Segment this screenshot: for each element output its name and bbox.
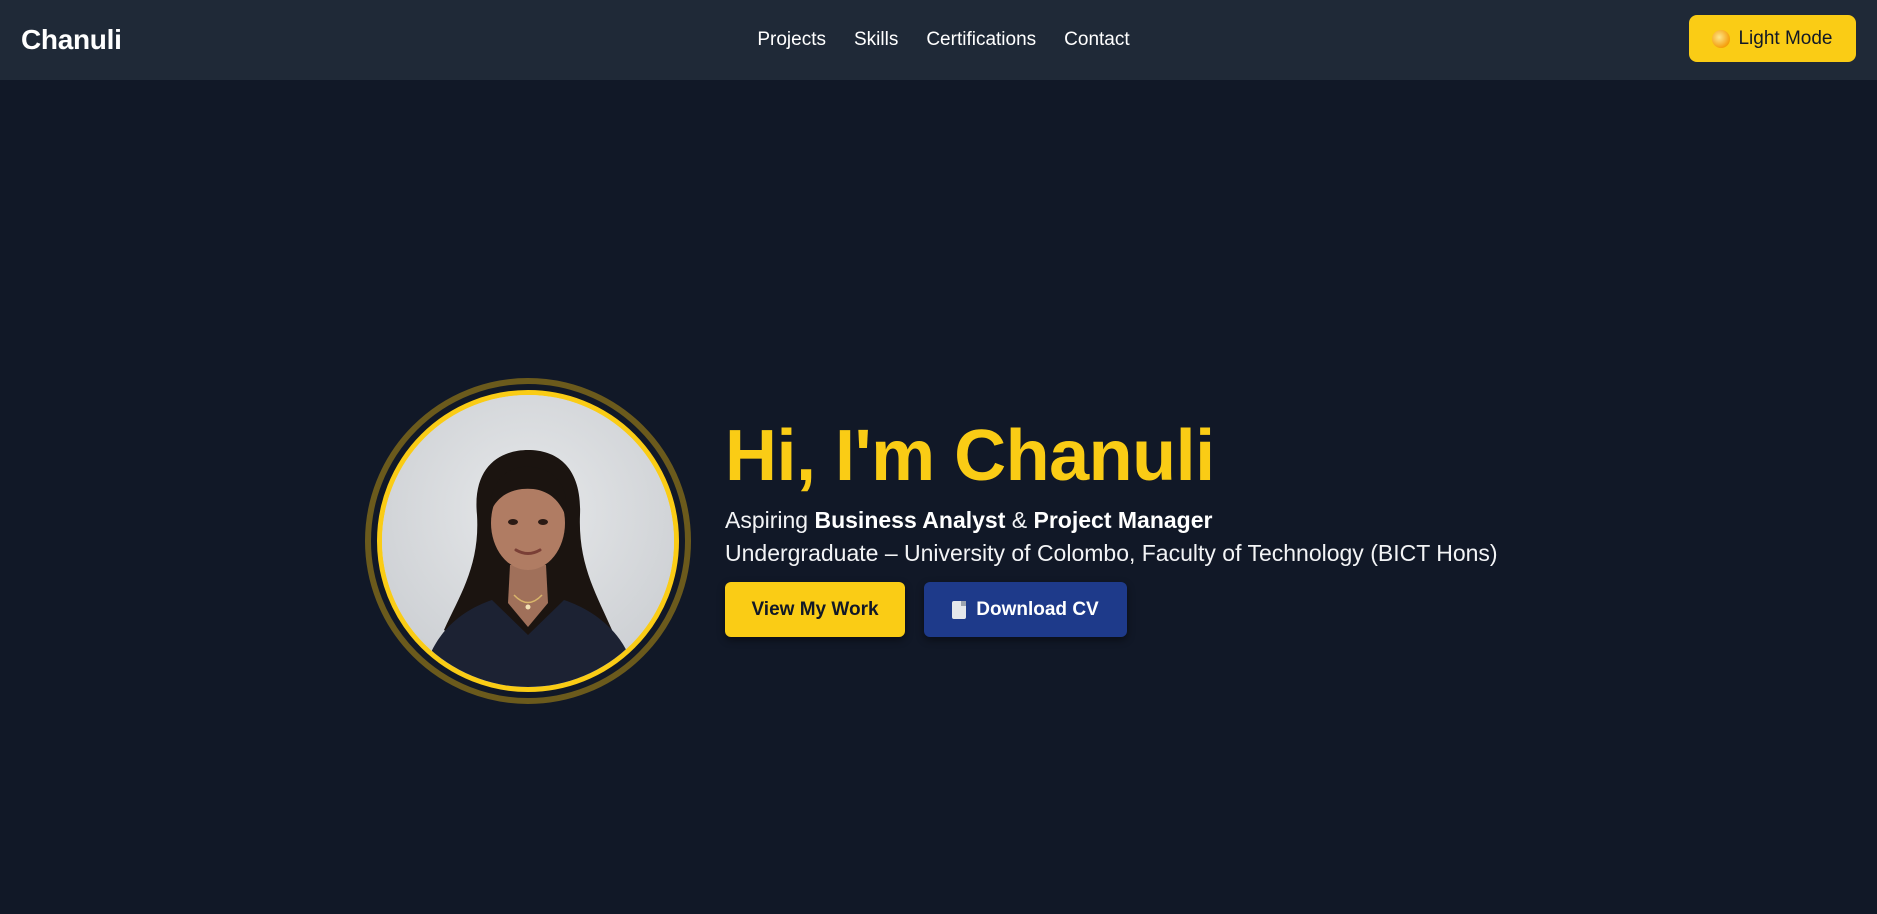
hero-tagline: Aspiring Business Analyst & Project Mana…	[725, 504, 1625, 537]
avatar-ring	[365, 378, 691, 704]
sun-icon	[1712, 29, 1731, 48]
theme-toggle-button[interactable]: Light Mode	[1689, 15, 1856, 62]
nav-link-certifications[interactable]: Certifications	[926, 29, 1036, 51]
nav-link-projects[interactable]: Projects	[757, 29, 826, 51]
tagline-prefix: Aspiring	[725, 507, 815, 533]
hero-section: Hi, I'm Chanuli Aspiring Business Analys…	[0, 80, 1877, 914]
tagline-joiner: &	[1005, 507, 1034, 533]
theme-toggle-label: Light Mode	[1738, 27, 1833, 49]
view-my-work-button[interactable]: View My Work	[725, 582, 905, 637]
brand-logo[interactable]: Chanuli	[21, 24, 122, 56]
download-cv-label: Download CV	[976, 598, 1099, 620]
document-icon	[952, 600, 967, 619]
role-project-manager: Project Manager	[1033, 507, 1213, 533]
hero-text: Hi, I'm Chanuli Aspiring Business Analys…	[725, 420, 1625, 637]
navbar: Chanuli Projects Skills Certifications C…	[0, 0, 1877, 80]
nav-link-skills[interactable]: Skills	[854, 29, 898, 51]
profile-photo	[377, 390, 679, 692]
download-cv-button[interactable]: Download CV	[924, 582, 1127, 637]
role-business-analyst: Business Analyst	[814, 507, 1006, 533]
profile-photo-illustration	[382, 395, 674, 687]
hero-title: Hi, I'm Chanuli	[725, 416, 1215, 496]
hero-actions: View My Work Download CV	[725, 582, 1625, 637]
main-nav: Projects Skills Certifications Contact	[0, 0, 1877, 80]
nav-link-contact[interactable]: Contact	[1064, 29, 1129, 51]
hero-education: Undergraduate – University of Colombo, F…	[725, 540, 1498, 566]
